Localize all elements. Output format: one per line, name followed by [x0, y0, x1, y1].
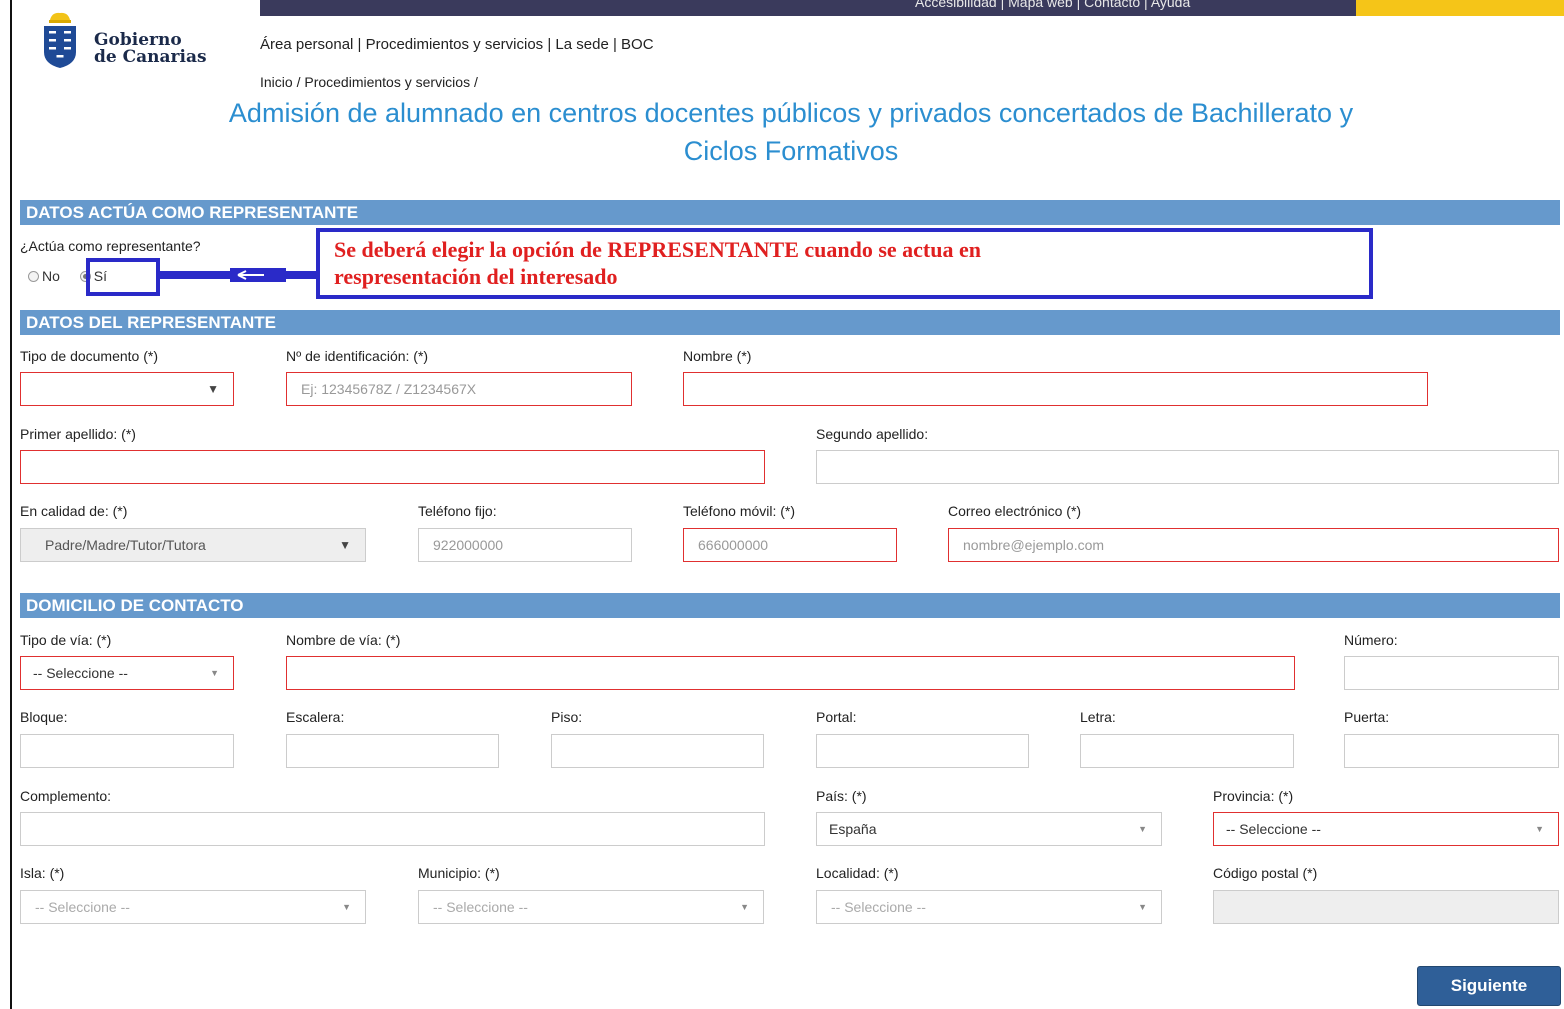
bloque-input[interactable] — [20, 734, 234, 768]
chevron-down-icon: ▼ — [1138, 902, 1147, 912]
en-calidad-value: Padre/Madre/Tutor/Tutora — [45, 537, 206, 553]
escalera-label: Escalera: — [286, 709, 345, 725]
nombre-label: Nombre (*) — [683, 348, 752, 364]
chevron-down-icon: ▼ — [339, 538, 351, 552]
brand-name: Gobierno de Canarias — [94, 32, 207, 66]
letra-input[interactable] — [1080, 734, 1294, 768]
tipo-documento-label: Tipo de documento (*) — [20, 348, 158, 364]
localidad-value: -- Seleccione -- — [831, 899, 926, 915]
escalera-input[interactable] — [286, 734, 499, 768]
gobierno-canarias-logo[interactable]: Gobierno de Canarias — [38, 10, 238, 70]
provincia-value: -- Seleccione -- — [1226, 821, 1321, 837]
section-header-domicilio: DOMICILIO DE CONTACTO — [20, 593, 1560, 618]
num-identificacion-input[interactable]: Ej: 12345678Z / Z1234567X — [286, 372, 632, 406]
telefono-movil-label: Teléfono móvil: (*) — [683, 503, 796, 519]
top-accent-stripe — [1356, 0, 1564, 16]
annotation-line-1: Se deberá elegir la opción de REPRESENTA… — [334, 237, 981, 262]
correo-label: Correo electrónico (*) — [948, 503, 1082, 519]
pais-label: País: (*) — [816, 788, 867, 804]
piso-input[interactable] — [551, 734, 764, 768]
piso-label: Piso: — [551, 709, 583, 725]
siguiente-button[interactable]: Siguiente — [1417, 966, 1561, 1006]
pais-value: España — [829, 821, 877, 837]
radio-no-label: No — [42, 268, 60, 284]
chevron-down-icon: ▼ — [342, 902, 351, 912]
isla-select[interactable]: -- Seleccione -- ▼ — [20, 890, 366, 924]
isla-value: -- Seleccione -- — [35, 899, 130, 915]
localidad-label: Localidad: (*) — [816, 865, 899, 881]
isla-label: Isla: (*) — [20, 865, 65, 881]
correo-placeholder: nombre@ejemplo.com — [963, 537, 1105, 553]
provincia-select[interactable]: -- Seleccione -- ▼ — [1213, 812, 1559, 846]
main-navigation[interactable]: Área personal | Procedimientos y servici… — [260, 36, 654, 53]
telefono-fijo-placeholder: 922000000 — [433, 537, 504, 553]
portal-label: Portal: — [816, 709, 857, 725]
highlight-box-si — [86, 258, 160, 296]
numero-label: Número: — [1344, 632, 1398, 648]
num-identificacion-label: Nº de identificación: (*) — [286, 348, 429, 364]
annotation-arrow-icon — [160, 268, 318, 282]
nombre-via-input[interactable] — [286, 656, 1295, 690]
telefono-fijo-label: Teléfono fijo: — [418, 503, 497, 519]
provincia-label: Provincia: (*) — [1213, 788, 1294, 804]
num-identificacion-placeholder: Ej: 12345678Z / Z1234567X — [301, 381, 477, 397]
utility-links[interactable]: Accesibilidad | Mapa web | Contacto | Ay… — [915, 0, 1190, 10]
window-left-border — [10, 0, 12, 1009]
section-header-actua-representante: DATOS ACTÚA COMO REPRESENTANTE — [20, 200, 1560, 225]
telefono-movil-input[interactable]: 666000000 — [683, 528, 897, 562]
annotation-note: Se deberá elegir la opción de REPRESENTA… — [316, 228, 1373, 299]
actua-representante-question: ¿Actúa como representante? — [20, 238, 201, 254]
breadcrumb[interactable]: Inicio / Procedimientos y servicios / — [260, 74, 478, 90]
portal-input[interactable] — [816, 734, 1029, 768]
chevron-down-icon: ▼ — [740, 902, 749, 912]
tipo-via-value: -- Seleccione -- — [33, 665, 128, 681]
puerta-input[interactable] — [1344, 734, 1559, 768]
page-title: Admisión de alumnado en centros docentes… — [18, 94, 1564, 170]
numero-input[interactable] — [1344, 656, 1559, 690]
municipio-value: -- Seleccione -- — [433, 899, 528, 915]
en-calidad-label: En calidad de: (*) — [20, 503, 128, 519]
primer-apellido-input[interactable] — [20, 450, 765, 484]
puerta-label: Puerta: — [1344, 709, 1390, 725]
bloque-label: Bloque: — [20, 709, 68, 725]
annotation-line-2: respresentación del interesado — [334, 264, 618, 289]
chevron-down-icon: ▼ — [1138, 824, 1147, 834]
nombre-via-label: Nombre de vía: (*) — [286, 632, 401, 648]
telefono-fijo-input[interactable]: 922000000 — [418, 528, 632, 562]
nombre-input[interactable] — [683, 372, 1428, 406]
radio-option-no[interactable]: No — [28, 268, 60, 284]
telefono-movil-placeholder: 666000000 — [698, 537, 769, 553]
correo-input[interactable]: nombre@ejemplo.com — [948, 528, 1559, 562]
complemento-label: Complemento: — [20, 788, 112, 804]
primer-apellido-label: Primer apellido: (*) — [20, 426, 136, 442]
pais-select[interactable]: España ▼ — [816, 812, 1162, 846]
brand-line-2: de Canarias — [94, 47, 207, 67]
top-utility-bar: Accesibilidad | Mapa web | Contacto | Ay… — [260, 0, 1564, 16]
codigo-postal-input[interactable] — [1213, 890, 1559, 924]
letra-label: Letra: — [1080, 709, 1116, 725]
codigo-postal-label: Código postal (*) — [1213, 865, 1318, 881]
radio-no[interactable] — [28, 271, 39, 282]
municipio-select[interactable]: -- Seleccione -- ▼ — [418, 890, 764, 924]
tipo-via-select[interactable]: -- Seleccione -- ▼ — [20, 656, 234, 690]
segundo-apellido-label: Segundo apellido: — [816, 426, 929, 442]
tipo-via-label: Tipo de vía: (*) — [20, 632, 112, 648]
page-title-line-1: Admisión de alumnado en centros docentes… — [228, 98, 1354, 128]
chevron-down-icon: ▼ — [1535, 824, 1544, 834]
localidad-select[interactable]: -- Seleccione -- ▼ — [816, 890, 1162, 924]
crest-icon — [44, 12, 76, 68]
section-header-datos-representante: DATOS DEL REPRESENTANTE — [20, 310, 1560, 335]
en-calidad-select[interactable]: Padre/Madre/Tutor/Tutora ▼ — [20, 528, 366, 562]
municipio-label: Municipio: (*) — [418, 865, 500, 881]
tipo-documento-select[interactable]: ▼ — [20, 372, 234, 406]
chevron-down-icon: ▼ — [210, 668, 219, 678]
complemento-input[interactable] — [20, 812, 765, 846]
page-title-line-2: Ciclos Formativos — [683, 136, 899, 166]
chevron-down-icon: ▼ — [207, 382, 219, 396]
segundo-apellido-input[interactable] — [816, 450, 1559, 484]
